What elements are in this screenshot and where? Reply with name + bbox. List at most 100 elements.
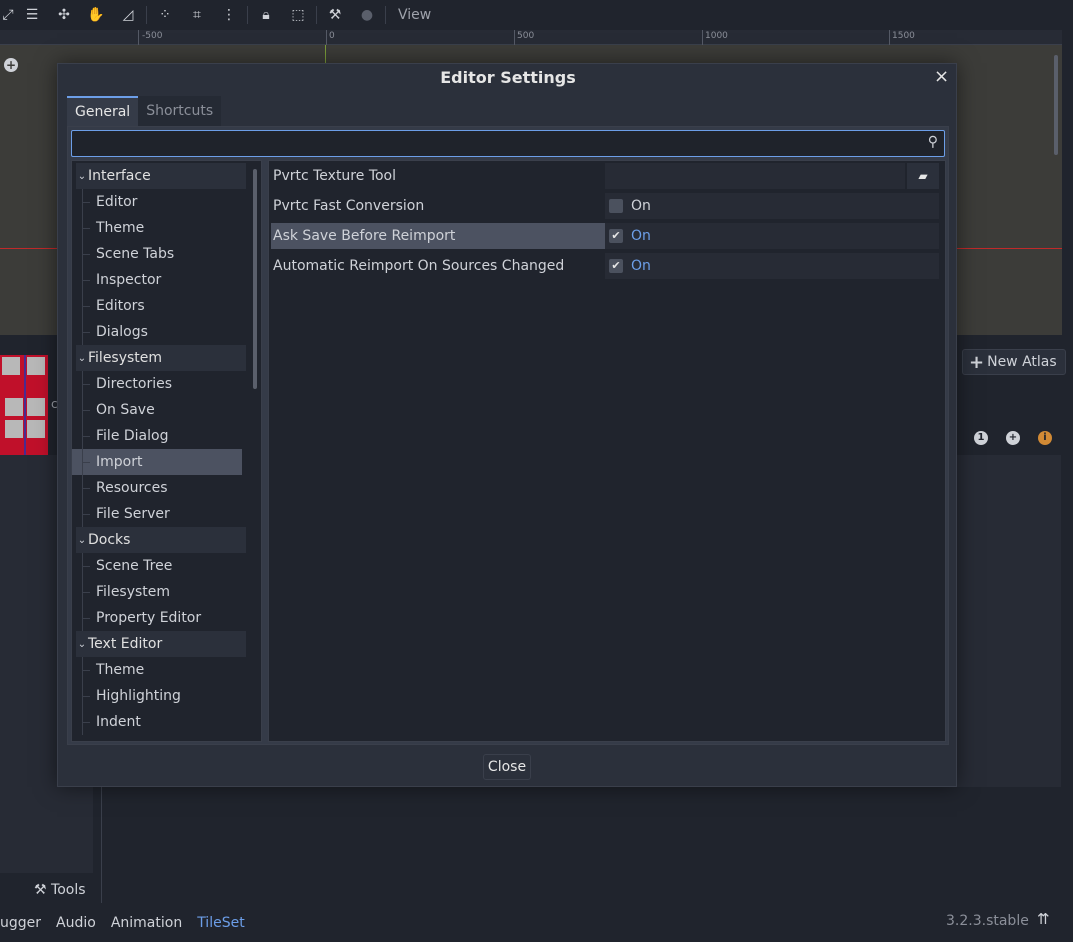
tree-group-label: Interface — [88, 168, 151, 184]
tree-item-scene-tree[interactable]: Scene Tree — [72, 553, 261, 579]
tab-animation[interactable]: Animation — [111, 915, 182, 931]
close-icon[interactable]: × — [934, 66, 949, 87]
toolbar-divider — [146, 6, 147, 24]
pan-hand-icon[interactable]: ✋ — [80, 0, 112, 30]
add-icon[interactable]: + — [4, 58, 18, 72]
lock-icon[interactable]: 🔒︎ — [250, 0, 282, 30]
chevron-down-icon[interactable]: ⌄ — [76, 171, 88, 182]
grid-snap-icon[interactable]: ⌗ — [181, 0, 213, 30]
tree-item-on-save[interactable]: On Save — [72, 397, 261, 423]
tile-cell — [2, 357, 20, 375]
new-atlas-button[interactable]: + New Atlas — [962, 349, 1066, 375]
list-select-icon[interactable]: ☰ — [16, 0, 48, 30]
tree-item-label: File Dialog — [96, 428, 169, 444]
tree-item-label: Indent — [96, 714, 141, 730]
ruler-icon[interactable]: ◿ — [112, 0, 144, 30]
tree-item-theme[interactable]: Theme — [72, 657, 261, 683]
tree-item-highlighting[interactable]: Highlighting — [72, 683, 261, 709]
close-button[interactable]: Close — [483, 754, 531, 780]
tile-texture-preview[interactable] — [0, 355, 48, 455]
tree-item-directories[interactable]: Directories — [72, 371, 261, 397]
ruler-tick — [889, 30, 890, 45]
property-row: Pvrtc Texture Tool ▰ — [271, 163, 943, 189]
tree-group-text-editor[interactable]: ⌄ Text Editor — [76, 631, 246, 657]
tree-item-dialogs[interactable]: Dialogs — [72, 319, 261, 345]
ask-save-before-reimport-checkbox[interactable]: ✔ On — [605, 223, 939, 249]
tab-shortcuts[interactable]: Shortcuts — [138, 96, 222, 126]
chevron-down-icon[interactable]: ⌄ — [76, 639, 88, 650]
tile-cell — [5, 420, 23, 438]
info-icon[interactable]: i — [1038, 431, 1052, 445]
tree-scrollbar[interactable] — [253, 169, 257, 389]
tree-group-filesystem[interactable]: ⌄ Filesystem — [76, 345, 246, 371]
pivot-icon[interactable]: ✣ — [48, 0, 80, 30]
tools-button[interactable]: ⚒ Tools — [34, 882, 86, 898]
tree-item-label: Inspector — [96, 272, 162, 288]
tree-item-scene-tabs[interactable]: Scene Tabs — [72, 241, 261, 267]
tree-group-docks[interactable]: ⌄ Docks — [76, 527, 246, 553]
property-name: Ask Save Before Reimport — [271, 223, 605, 249]
tree-item-property-editor[interactable]: Property Editor — [72, 605, 261, 631]
tree-item-inspector[interactable]: Inspector — [72, 267, 261, 293]
tree-group-label: Text Editor — [88, 636, 163, 652]
add-tile-icon[interactable]: + — [1006, 431, 1020, 445]
toolbar-divider — [316, 6, 317, 24]
horizontal-ruler: -500 0 500 1000 1500 — [0, 30, 1062, 45]
pin-panel-icon[interactable]: ⇈ — [1037, 910, 1050, 928]
property-row: Pvrtc Fast Conversion On — [271, 193, 943, 219]
more-options-icon[interactable]: ⋮ — [213, 0, 245, 30]
pvrtc-fast-conversion-checkbox[interactable]: On — [605, 193, 939, 219]
ruler-tick — [702, 30, 703, 45]
expand-icon[interactable]: ⤢ — [0, 0, 16, 30]
automatic-reimport-checkbox[interactable]: ✔ On — [605, 253, 939, 279]
tree-item-label: Editor — [96, 194, 138, 210]
tab-debugger[interactable]: ugger — [0, 915, 41, 931]
tab-tileset[interactable]: TileSet — [197, 915, 245, 931]
search-input[interactable]: ⚲ — [71, 130, 945, 157]
tree-item-label: Resources — [96, 480, 168, 496]
view-menu[interactable]: View — [398, 7, 431, 23]
pvrtc-texture-tool-field[interactable] — [605, 163, 905, 189]
tile-cell — [5, 398, 23, 416]
tree-item-theme[interactable]: Theme — [72, 215, 261, 241]
chevron-down-icon[interactable]: ⌄ — [76, 353, 88, 364]
tree-item-label: Scene Tree — [96, 558, 173, 574]
tab-general[interactable]: General — [67, 96, 139, 126]
tree-item-editor[interactable]: Editor — [72, 189, 261, 215]
tree-item-file-dialog[interactable]: File Dialog — [72, 423, 261, 449]
tree-item-label: Scene Tabs — [96, 246, 175, 262]
plus-icon: + — [969, 351, 985, 373]
snap-icon[interactable]: ⁘ — [149, 0, 181, 30]
checkbox-unchecked-icon — [609, 199, 623, 213]
tab-audio[interactable]: Audio — [56, 915, 96, 931]
camera-icon[interactable]: ● — [351, 0, 383, 30]
ruler-label: 0 — [329, 31, 335, 41]
tile-cell — [27, 357, 45, 375]
ruler-label: 1500 — [892, 31, 915, 41]
group-icon[interactable]: ⬚ — [282, 0, 314, 30]
property-row: Automatic Reimport On Sources Changed ✔ … — [271, 253, 943, 279]
ruler-tick — [138, 30, 139, 45]
folder-icon[interactable]: ▰ — [907, 163, 939, 189]
checkmark-icon: ✔ — [609, 259, 623, 273]
priority-icon[interactable]: 1 — [974, 431, 988, 445]
tree-item-indent[interactable]: Indent — [72, 709, 261, 735]
tree-item-editors[interactable]: Editors — [72, 293, 261, 319]
ruler-label: -500 — [142, 31, 163, 41]
tree-item-label: Dialogs — [96, 324, 148, 340]
tree-item-import[interactable]: Import — [72, 449, 242, 475]
bone-icon[interactable]: ⚒ — [319, 0, 351, 30]
chevron-down-icon[interactable]: ⌄ — [76, 535, 88, 546]
tree-group-interface[interactable]: ⌄ Interface — [76, 163, 246, 189]
checkmark-icon: ✔ — [609, 229, 623, 243]
tree-item-label: On Save — [96, 402, 155, 418]
tools-label: Tools — [51, 882, 86, 898]
tree-group-label: Filesystem — [88, 350, 163, 366]
tree-item-file-server[interactable]: File Server — [72, 501, 261, 527]
toolbar-divider — [247, 6, 248, 24]
y-axis-line — [325, 45, 326, 65]
tree-item-resources[interactable]: Resources — [72, 475, 261, 501]
viewport-scrollbar[interactable] — [1054, 55, 1058, 155]
tree-item-label: Theme — [96, 662, 145, 678]
tree-item-filesystem[interactable]: Filesystem — [72, 579, 261, 605]
